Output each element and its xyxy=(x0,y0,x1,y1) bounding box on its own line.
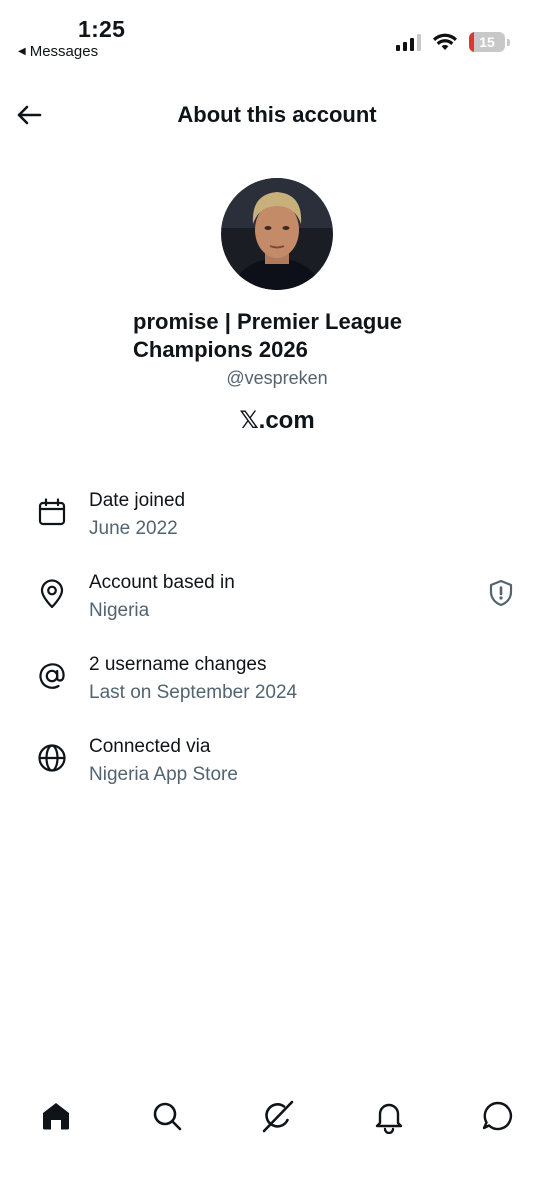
handle-text: @vespreken xyxy=(226,368,328,388)
search-icon[interactable] xyxy=(149,1098,185,1134)
info-label: Date joined xyxy=(89,490,186,511)
grok-icon[interactable] xyxy=(260,1098,296,1134)
display-name: promise | Premier League Champions 2026 xyxy=(133,309,403,362)
status-time: 1:25 xyxy=(78,16,126,42)
info-label: Connected via xyxy=(89,736,211,757)
page-title: About this account xyxy=(177,102,377,127)
info-label: Account based in xyxy=(89,572,235,593)
location-pin-icon xyxy=(40,579,64,609)
messages-icon[interactable] xyxy=(480,1098,516,1134)
home-icon[interactable] xyxy=(38,1098,74,1134)
info-row-account-based-in: Account based in Nigeria xyxy=(0,566,554,648)
account-info-list: Date joined June 2022 Account based in N… xyxy=(0,484,554,812)
notifications-icon[interactable] xyxy=(371,1098,407,1134)
globe-icon xyxy=(38,744,66,772)
shield-icon[interactable] xyxy=(486,578,516,608)
back-triangle-icon: ◀ xyxy=(18,46,26,57)
info-label: 2 username changes xyxy=(89,654,267,675)
cellular-signal-icon xyxy=(396,33,421,51)
site-label: 𝕏.com xyxy=(239,407,315,434)
info-value: June 2022 xyxy=(89,518,178,539)
info-value: Last on September 2024 xyxy=(89,682,298,703)
status-bar: 1:25 ◀ Messages 15 xyxy=(0,0,554,70)
at-sign-icon xyxy=(39,663,65,689)
info-row-date-joined: Date joined June 2022 xyxy=(0,484,554,566)
username-handle: @vespreken xyxy=(0,368,554,389)
wifi-icon xyxy=(433,33,457,50)
back-to-app-link[interactable]: ◀ Messages xyxy=(18,43,98,60)
battery-level: 15 xyxy=(479,34,495,50)
calendar-icon xyxy=(38,498,66,526)
info-value: Nigeria xyxy=(89,600,150,621)
info-row-connected-via: Connected via Nigeria App Store xyxy=(0,730,554,812)
info-value: Nigeria App Store xyxy=(89,764,238,785)
battery-icon: 15 xyxy=(469,32,510,52)
info-row-username-changes: 2 username changes Last on September 202… xyxy=(0,648,554,730)
bottom-tab-bar xyxy=(0,1092,554,1142)
status-indicators: 15 xyxy=(396,32,510,52)
avatar[interactable] xyxy=(221,178,333,290)
page-header: About this account xyxy=(0,90,554,140)
back-app-label: Messages xyxy=(29,43,99,60)
